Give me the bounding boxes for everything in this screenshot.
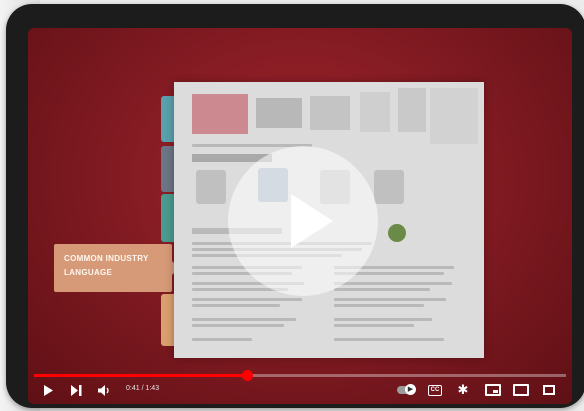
callout-line-1: COMMON INDUSTRY: [64, 254, 149, 263]
text-line: [334, 298, 446, 301]
fullscreen-button[interactable]: [540, 381, 558, 399]
text-line: [334, 318, 432, 321]
text-line: [192, 318, 296, 321]
text-line: [334, 324, 414, 327]
header-image: [398, 88, 426, 132]
header-image: [192, 94, 248, 134]
section-tab-2: [161, 146, 175, 192]
next-button[interactable]: [68, 381, 84, 399]
text-line: [334, 288, 430, 291]
progress-played: [34, 374, 247, 377]
doc-icon: [196, 170, 226, 204]
captions-button[interactable]: CC: [426, 381, 444, 399]
header-image: [430, 88, 478, 144]
text-line: [334, 338, 444, 341]
text-line: [192, 338, 252, 341]
text-line: [334, 304, 424, 307]
text-line: [192, 304, 280, 307]
section-tab-3: [161, 194, 175, 242]
big-play-button[interactable]: [228, 146, 378, 296]
doc-badge: [388, 224, 406, 242]
cc-icon: CC: [427, 384, 443, 396]
gear-icon: ✱: [457, 382, 469, 397]
callout-label: COMMON INDUSTRY LANGUAGE: [54, 244, 179, 292]
volume-icon: [98, 384, 109, 396]
fullscreen-icon: [543, 385, 555, 395]
text-line: [334, 282, 452, 285]
tablet-frame: COMMON INDUSTRY LANGUAGE 0:41 / 1:43 ▶ C…: [6, 4, 584, 408]
theater-icon: [513, 384, 529, 396]
header-image: [256, 98, 302, 128]
theater-button[interactable]: [512, 381, 530, 399]
section-tab-1: [161, 96, 175, 142]
volume-button[interactable]: [96, 381, 114, 399]
play-icon: [291, 194, 333, 248]
next-icon: [70, 384, 81, 396]
text-line: [192, 324, 284, 327]
progress-scrubber[interactable]: [241, 370, 253, 381]
text-line: [192, 298, 302, 301]
doc-icon: [374, 170, 404, 204]
callout-line-2: LANGUAGE: [64, 268, 113, 277]
autoplay-toggle-icon: ▶: [397, 384, 416, 395]
settings-button[interactable]: ✱: [454, 381, 472, 399]
miniplayer-icon: [485, 384, 501, 396]
section-tab-4: [161, 294, 175, 346]
play-icon: [43, 384, 53, 396]
header-image: [360, 92, 390, 132]
video-player[interactable]: COMMON INDUSTRY LANGUAGE 0:41 / 1:43 ▶ C…: [28, 28, 572, 404]
progress-bar[interactable]: [34, 370, 566, 381]
play-button[interactable]: [40, 381, 56, 399]
miniplayer-button[interactable]: [484, 381, 502, 399]
autoplay-toggle[interactable]: ▶: [394, 381, 416, 399]
time-display: 0:41 / 1:43: [126, 385, 160, 392]
header-image: [310, 96, 350, 130]
